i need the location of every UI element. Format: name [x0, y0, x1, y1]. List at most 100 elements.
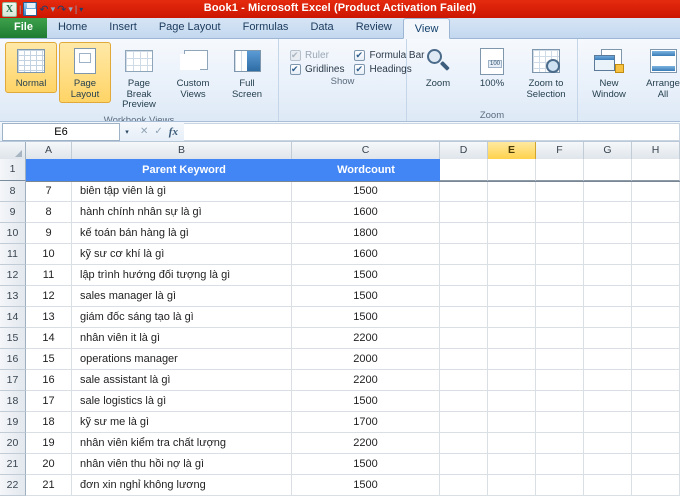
tab-data[interactable]: Data [299, 17, 344, 38]
cell-f[interactable] [536, 391, 584, 412]
table-row[interactable]: 9 8 hành chính nhân sự là gì 1600 [0, 202, 680, 223]
cell-d[interactable] [440, 412, 488, 433]
column-header-a[interactable]: A [26, 142, 72, 159]
new-window-button[interactable]: New Window [583, 42, 635, 103]
table-row[interactable]: 12 11 lập trình hướng đối tượng là gì 1500 [0, 265, 680, 286]
cell-e[interactable] [488, 265, 536, 286]
full-screen-button[interactable]: Full Screen [221, 42, 273, 103]
cell-a[interactable]: 9 [26, 223, 72, 244]
cell-d[interactable] [440, 244, 488, 265]
table-row[interactable]: 20 19 nhân viên kiểm tra chất lượng 2200 [0, 433, 680, 454]
cell-b[interactable]: kế toán bán hàng là gì [72, 223, 292, 244]
table-row[interactable]: 16 15 operations manager 2000 [0, 349, 680, 370]
cell-e[interactable] [488, 391, 536, 412]
row-header[interactable]: 19 [0, 412, 26, 433]
table-row[interactable]: 19 18 kỹ sư me là gì 1700 [0, 412, 680, 433]
cell-b[interactable]: giám đốc sáng tạo là gì [72, 307, 292, 328]
row-header[interactable]: 20 [0, 433, 26, 454]
cell-c[interactable]: 1500 [292, 286, 440, 307]
cell-a[interactable]: 7 [26, 181, 72, 202]
column-header-c[interactable]: C [292, 142, 440, 159]
cell-c[interactable]: 1500 [292, 454, 440, 475]
tab-view[interactable]: View [402, 18, 451, 39]
cell-e[interactable] [488, 433, 536, 454]
cell-e[interactable] [488, 328, 536, 349]
arrange-all-button[interactable]: Arrange All [637, 42, 680, 103]
table-row[interactable]: 22 21 đơn xin nghỉ không lương 1500 [0, 475, 680, 496]
cell-f[interactable] [536, 223, 584, 244]
table-row[interactable]: 13 12 sales manager là gì 1500 [0, 286, 680, 307]
cell-f[interactable] [536, 475, 584, 496]
tab-home[interactable]: Home [47, 17, 98, 38]
tab-formulas[interactable]: Formulas [232, 17, 300, 38]
cell-g[interactable] [584, 286, 632, 307]
grid-rows[interactable]: 1 Parent Keyword Wordcount 8 7 biên tập vi… [0, 159, 680, 496]
cell-a[interactable]: 16 [26, 370, 72, 391]
cell-h[interactable] [632, 202, 680, 223]
cell-f[interactable] [536, 202, 584, 223]
cell-h[interactable] [632, 391, 680, 412]
cell-b[interactable]: đơn xin nghỉ không lương [72, 475, 292, 496]
cell-f[interactable] [536, 433, 584, 454]
cell-b[interactable]: kỹ sư cơ khí là gì [72, 244, 292, 265]
cell-c[interactable]: 1700 [292, 412, 440, 433]
insert-function-icon[interactable]: fx [169, 126, 178, 138]
cell-g[interactable] [584, 349, 632, 370]
cell-g[interactable] [584, 475, 632, 496]
enter-formula-icon[interactable]: ✓ [154, 126, 162, 137]
cell-a[interactable]: 19 [26, 433, 72, 454]
cell-g[interactable] [584, 244, 632, 265]
name-box[interactable]: E6 [2, 122, 120, 141]
row-header[interactable]: 14 [0, 307, 26, 328]
header-cell-b1[interactable]: Parent Keyword [72, 159, 292, 181]
cell-d[interactable] [440, 223, 488, 244]
cell-f[interactable] [536, 286, 584, 307]
cell-b[interactable]: nhân viên kiểm tra chất lượng [72, 433, 292, 454]
page-layout-view-button[interactable]: Page Layout [59, 42, 111, 103]
row-header[interactable]: 17 [0, 370, 26, 391]
row-header[interactable]: 9 [0, 202, 26, 223]
cell-a[interactable]: 18 [26, 412, 72, 433]
select-all-corner[interactable] [0, 142, 26, 159]
cell-b[interactable]: nhân viên it là gì [72, 328, 292, 349]
cell-f[interactable] [536, 244, 584, 265]
custom-views-button[interactable]: Custom Views [167, 42, 219, 103]
formula-bar-buttons[interactable]: ✕ ✓ fx [134, 126, 184, 138]
cell-c[interactable]: 2200 [292, 328, 440, 349]
cell-d[interactable] [440, 181, 488, 202]
row-header[interactable]: 10 [0, 223, 26, 244]
column-headers[interactable]: A B C D E F G H [0, 142, 680, 159]
cell-f[interactable] [536, 265, 584, 286]
cell-g[interactable] [584, 454, 632, 475]
table-row[interactable]: 10 9 kế toán bán hàng là gì 1800 [0, 223, 680, 244]
spreadsheet-grid[interactable]: A B C D E F G H 1 Parent Keyword Wordcou… [0, 142, 680, 500]
column-header-g[interactable]: G [584, 142, 632, 159]
cell-b[interactable]: kỹ sư me là gì [72, 412, 292, 433]
cell-h[interactable] [632, 475, 680, 496]
cell-e[interactable] [488, 349, 536, 370]
column-header-d[interactable]: D [440, 142, 488, 159]
tab-review[interactable]: Review [345, 17, 403, 38]
cell-b[interactable]: operations manager [72, 349, 292, 370]
ribbon-tabs[interactable]: File Home Insert Page Layout Formulas Da… [0, 17, 680, 39]
cell-c[interactable]: 1600 [292, 244, 440, 265]
cell-a[interactable]: 21 [26, 475, 72, 496]
tab-file[interactable]: File [0, 17, 47, 38]
row-header[interactable]: 13 [0, 286, 26, 307]
cell-a[interactable]: 11 [26, 265, 72, 286]
table-row[interactable]: 15 14 nhân viên it là gì 2200 [0, 328, 680, 349]
row-header[interactable]: 22 [0, 475, 26, 496]
cell-c[interactable]: 1500 [292, 475, 440, 496]
cell-c[interactable]: 1500 [292, 265, 440, 286]
column-header-b[interactable]: B [72, 142, 292, 159]
cancel-formula-icon[interactable]: ✕ [140, 126, 148, 137]
zoom-button[interactable]: Zoom [412, 42, 464, 93]
cell-h[interactable] [632, 454, 680, 475]
cell-f[interactable] [536, 454, 584, 475]
cell-a[interactable]: 10 [26, 244, 72, 265]
cell-g[interactable] [584, 223, 632, 244]
name-box-dropdown-icon[interactable]: ▾ [120, 123, 134, 141]
cell-h[interactable] [632, 181, 680, 202]
row-header[interactable]: 12 [0, 265, 26, 286]
cell-h[interactable] [632, 265, 680, 286]
